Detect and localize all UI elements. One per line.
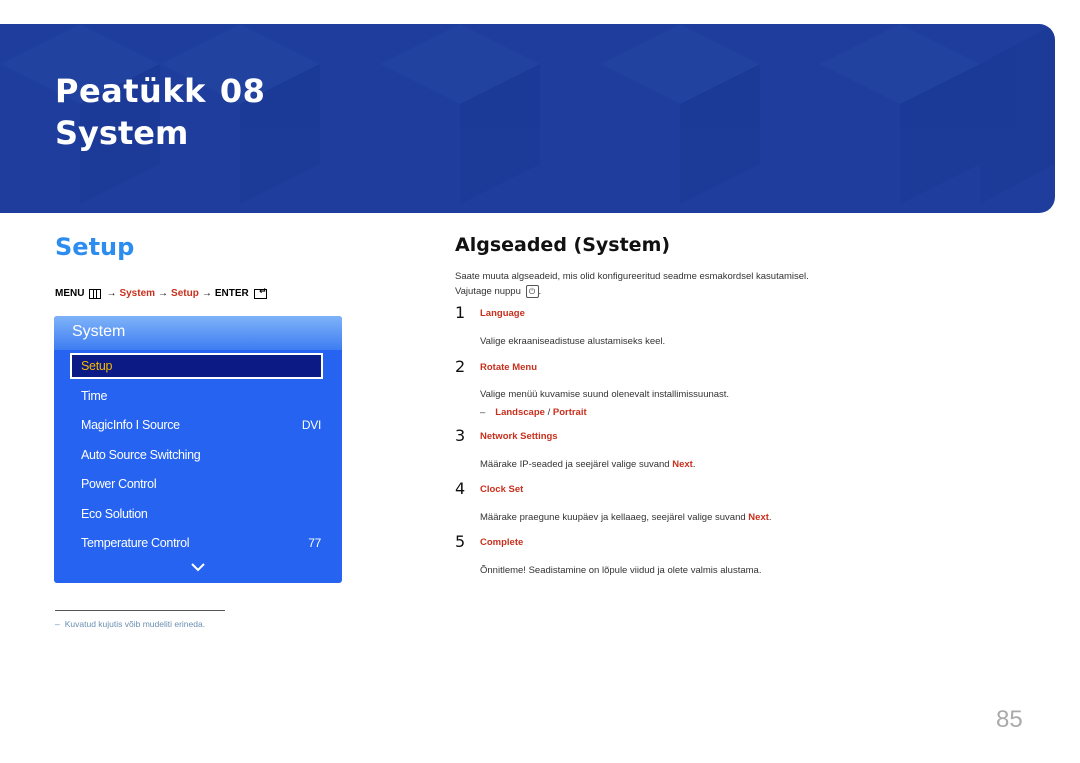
intro-line-2: Vajutage nuppu ⏻.	[455, 284, 875, 299]
enter-button-icon	[253, 286, 267, 299]
osd-title: System	[72, 323, 126, 340]
menu-item-magicinfo-source[interactable]: MagicInfo I Source DVI	[81, 415, 321, 435]
footnote: – Kuvatud kujutis võib mudeliti erineda.	[55, 619, 205, 629]
path-setup: Setup	[171, 288, 199, 299]
next-keyword: Next	[748, 512, 769, 523]
step-number: 1	[455, 303, 466, 322]
menu-label: MENU	[55, 288, 85, 299]
rotate-options: – Landscape / Portrait	[480, 407, 587, 418]
menu-item-label: Eco Solution	[81, 507, 148, 521]
step-label-clock-set: Clock Set	[480, 484, 524, 495]
step-description: Valige ekraaniseadistuse alustamiseks ke…	[480, 336, 666, 347]
path-arrow: →	[201, 288, 212, 299]
footnote-divider	[55, 610, 225, 611]
step-description: Määrake IP-seaded ja seejärel valige suv…	[480, 459, 695, 470]
chapter-title: System	[55, 114, 189, 152]
chapter-heading: Peatükk 08	[55, 72, 265, 110]
section-title: Setup	[55, 233, 135, 261]
menu-button-icon	[89, 288, 102, 299]
menu-item-value: DVI	[301, 418, 321, 432]
menu-item-label: Temperature Control	[81, 536, 190, 550]
chapter-banner: Peatükk 08 System	[0, 24, 1055, 213]
menu-item-label: Auto Source Switching	[81, 448, 201, 462]
step-number: 5	[455, 532, 466, 551]
subsection-title: Algseaded (System)	[455, 234, 671, 256]
path-system: System	[119, 288, 156, 299]
step-desc-end: .	[692, 459, 696, 470]
step-description: Määrake praegune kuupäev ja kellaaeg, se…	[480, 512, 772, 523]
menu-item-label: MagicInfo I Source	[81, 418, 180, 432]
chapter-number: 08	[219, 72, 266, 110]
step-label-network-settings: Network Settings	[480, 431, 558, 442]
menu-item-value: 77	[308, 536, 321, 550]
step-number: 2	[455, 357, 466, 376]
menu-item-label: Setup	[81, 359, 113, 373]
step-desc-text: Määrake praegune kuupäev ja kellaaeg, se…	[480, 512, 749, 523]
osd-system-menu: System Setup Time MagicInfo I Source DVI…	[54, 316, 342, 583]
enter-label: ENTER	[214, 288, 249, 299]
footnote-dash: –	[55, 619, 60, 629]
footnote-text: Kuvatud kujutis võib mudeliti erineda.	[64, 619, 206, 629]
menu-item-label: Power Control	[81, 477, 157, 491]
intro-period: .	[538, 286, 542, 297]
step-number: 3	[455, 426, 466, 445]
path-arrow: →	[158, 288, 169, 299]
path-arrow: →	[106, 288, 117, 299]
step-label-language: Language	[480, 308, 525, 319]
menu-path: MENU → System → Setup → ENTER	[55, 286, 269, 299]
option-portrait: Portrait	[552, 407, 587, 418]
step-description: Õnnitleme! Seadistamine on lõpule viidud…	[480, 565, 762, 576]
step-number: 4	[455, 479, 466, 498]
option-dash: –	[480, 407, 486, 418]
chapter-label: Peatükk	[55, 72, 206, 110]
step-label-rotate-menu: Rotate Menu	[480, 362, 537, 373]
option-landscape: Landscape	[495, 407, 545, 418]
step-description: Valige menüü kuvamise suund olenevalt in…	[480, 389, 730, 400]
menu-item-auto-source-switching[interactable]: Auto Source Switching	[81, 445, 321, 465]
step-desc-end: .	[768, 512, 772, 523]
menu-item-time[interactable]: Time	[81, 386, 321, 406]
step-desc-text: Määrake IP-seaded ja seejärel valige suv…	[480, 459, 673, 470]
menu-item-temperature-control[interactable]: Temperature Control 77	[81, 533, 321, 553]
intro-press-text: Vajutage nuppu	[455, 286, 521, 297]
intro-text: Saate muuta algseadeid, mis olid konfigu…	[455, 269, 875, 299]
menu-item-power-control[interactable]: Power Control	[81, 474, 321, 494]
next-keyword: Next	[672, 459, 693, 470]
menu-item-label: Time	[81, 389, 108, 403]
menu-item-eco-solution[interactable]: Eco Solution	[81, 504, 321, 524]
step-label-complete: Complete	[480, 537, 524, 548]
option-separator: /	[544, 407, 553, 418]
menu-item-setup[interactable]: Setup	[81, 356, 321, 376]
chevron-down-icon[interactable]	[191, 561, 205, 573]
page-number: 85	[996, 706, 1023, 733]
intro-line-1: Saate muuta algseadeid, mis olid konfigu…	[455, 271, 809, 282]
power-icon: ⏻	[525, 284, 539, 298]
